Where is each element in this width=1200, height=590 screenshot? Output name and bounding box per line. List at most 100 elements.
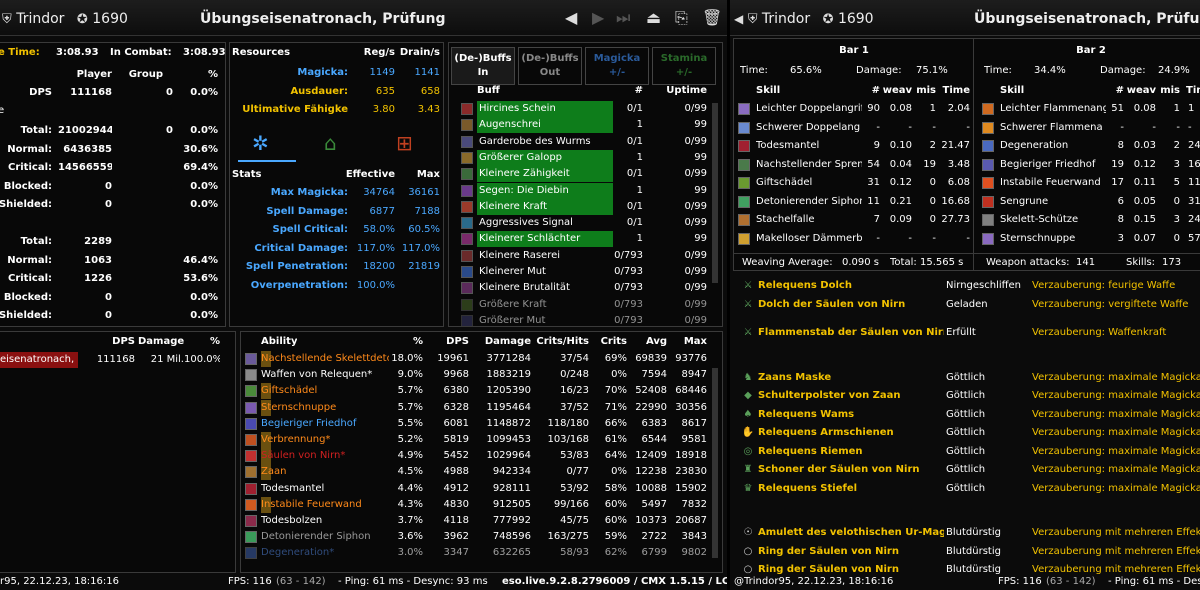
buff-row[interactable]: Garderobe des Wurms 0/1 0/99 [449,134,719,150]
ability-row[interactable]: Begieriger Friedhof 5.5% 6081 1148872 118/18… [241,416,711,432]
buff-row[interactable]: Größerer Mut 0/793 0/99 [449,313,719,326]
ability-row[interactable]: Todesbolzen 3.7% 4118 777992 45/75 60% 10373 20… [241,513,711,529]
gear-row[interactable]: ◎ Relequens Riemen Göttlich Verzauberung: m… [730,444,1200,460]
hit-label: Critical: [7,273,52,284]
ability-crit-rate: 60% [604,498,627,510]
ability-name: Giftschädel [261,383,389,400]
bar1-skills-row: Giftschädel 31 0.12 0 6.08 [734,175,972,191]
magicka-stats-icon[interactable]: ✲ [252,131,269,155]
gear-trait: Göttlich [946,371,986,383]
ability-row[interactable]: Sternschnuppe 5.7% 6328 1195464 37/52 71% 2299… [241,399,711,416]
stat-effective: 117.0% [356,242,395,254]
ability-row[interactable]: Verbrennung* 5.2% 5819 1099453 103/168 61% 654… [241,432,711,448]
footer-fps: FPS: 116 [228,576,272,587]
ability-row[interactable]: Degeneration* 3.0% 3347 632265 58/93 62% 6799 9… [241,545,711,561]
skill-weav: 0.21 [889,195,912,207]
ability-max: 93776 [675,353,707,364]
buff-row[interactable]: Augenschrei 1 99 [449,117,719,134]
ability-icon [245,466,257,479]
ability-max: 68446 [675,385,707,397]
damage-pct: 0.0% [190,125,218,136]
gear-row[interactable]: ◆ Schulterpolster von Zaan Göttlich Verzaub… [730,388,1200,404]
next-fight-icon[interactable]: ▶ [592,8,604,27]
tab-magicka[interactable]: Magicka +/- [585,47,649,85]
buff-row[interactable]: Kleinere Raserei 0/793 0/99 [449,248,719,264]
buff-row[interactable]: Kleinerer Mut 0/793 0/99 [449,264,719,280]
buff-row[interactable]: Kleinerer Schlächter 1 99 [449,231,719,248]
skill-weav: 0.09 [889,214,912,225]
gear-row[interactable]: ☉ Amulett des velothischen Ur-MagiersBlut… [730,525,1200,541]
ring-icon: ○ [743,545,753,557]
ability-max: 8947 [681,369,707,381]
gear-row[interactable]: ⚔ Flammenstab der Säulen von Nirn Erfüllt V… [730,325,1200,341]
targets-header: DPS Damage % [0,334,235,350]
gear-trait: Göttlich [946,427,986,438]
bar2-summary: Time: 34.4% Damage: 24.9% [978,63,1200,79]
ability-row[interactable]: Detonierender Siphon 3.6% 3962 748596 163/27… [241,529,711,545]
gear-row[interactable]: ♜ Schoner der Säulen von Nirn Göttlich Verz… [730,462,1200,478]
shield-icon: ⛨ [2,12,12,27]
target-damage: 21 Mil. [150,354,184,365]
skill-time: 21.47 [941,140,970,151]
buff-scrollbar[interactable] [712,103,718,283]
ability-icon [245,531,257,544]
buff-name: Größerer Mut [479,314,546,326]
tab-buffs-out[interactable]: (De-)Buffs Out [518,47,582,85]
gear-row[interactable]: ✋ Relequens Armschienen Göttlich Verzauberu… [730,425,1200,441]
skill-count: 8 [1117,140,1124,151]
buff-uptime: 0/99 [684,135,707,147]
buff-count: 0/1 [626,135,643,147]
gear-row[interactable]: ⚔ Dolch der Säulen von Nirn Geladen Verzaub… [730,297,1200,313]
ability-row[interactable]: Giftschädel 5.7% 6380 1205390 16/23 70% 52408 6… [241,383,711,400]
ability-row[interactable]: Waffen von Relequen* 9.0% 9968 1883219 0/248… [241,367,711,383]
previous-fight-icon[interactable]: ◀ [565,8,577,27]
last-fight-icon[interactable]: ⏭ [616,8,630,28]
buff-name: Kleinere Raserei [479,249,561,261]
gear-row[interactable]: ♞ Zaans Maske Göttlich Verzauberung: maxima… [730,370,1200,386]
ability-row[interactable]: Todesmantel 4.4% 4912 928111 53/92 58% 10088 15… [241,481,711,497]
resource-drain: 1141 [414,67,440,78]
skill-name: Sengrune [1000,195,1049,207]
skill-name: Sternschnuppe [1000,232,1076,244]
gear-row[interactable]: ♠ Relequens Wams Göttlich Verzauberung: max… [730,407,1200,423]
ability-scrollbar[interactable] [712,368,718,558]
upload-icon[interactable]: ⏏ [646,8,661,27]
defense-stats-icon[interactable]: ⊞ [396,131,413,155]
settings-icon[interactable]: ◀ [734,12,743,26]
tab-stamina[interactable]: Stamina +/- [652,47,716,85]
ability-row[interactable]: Instabile Feuerwand 4.3% 4830 912505 99/166 6… [241,496,711,513]
save-icon[interactable]: ⎘ [675,8,688,28]
buff-row[interactable]: Kleinere Zähigkeit 0/1 0/99 [449,166,719,183]
buff-row[interactable]: Segen: Die Diebin 1 99 [449,182,719,199]
skill-weav: - [908,121,912,133]
skill-mis: 3 [1173,214,1180,225]
buff-row[interactable]: Aggressives Signal 0/1 0/99 [449,215,719,231]
gloves-icon: ✋ [741,427,755,438]
stamina-stats-icon[interactable]: ⌂ [324,131,337,155]
buff-row[interactable]: Größere Kraft 0/793 0/99 [449,297,719,313]
ability-name: Nachstellende Skelettdetonat [261,351,389,367]
ability-crit-rate: 62% [604,547,627,559]
ability-dps: 4118 [443,515,469,526]
ability-row[interactable]: Zaan 4.5% 4988 942334 0/77 0% 12238 23830 [241,464,711,481]
buff-icon [461,217,473,230]
delete-icon[interactable]: 🗑 [702,8,722,27]
target-row[interactable]: eisenatronach, P 111168 21 Mil. 100.0% [0,352,235,368]
buff-row[interactable]: Hircines Schein 0/1 0/99 [449,101,719,117]
ability-row[interactable]: Säulen von Nirn* 4.9% 5452 1029964 53/83 64% 1… [241,448,711,465]
ability-row[interactable]: Nachstellende Skelettdetonat18.0% 19961 37… [241,351,711,367]
gear-trait: Blutdürstig [946,527,1001,538]
weaving-summary: Weaving Average: 0.090 s Total: 15.565 s… [734,255,1200,270]
buff-row[interactable]: Größerer Galopp 1 99 [449,149,719,166]
tab-buffs-in[interactable]: (De-)Buffs In [451,47,515,85]
buff-row[interactable]: Kleinere Kraft 0/1 0/99 [449,198,719,215]
crits-col: Crits [600,336,627,347]
buff-row[interactable]: Kleinere Brutalität 0/793 0/99 [449,280,719,296]
gear-row[interactable]: ⚔ Relequens Dolch Nirngeschliffen Verzauber… [730,278,1200,294]
ability-crit-rate: 64% [604,450,627,462]
gear-trait: Geladen [946,298,988,310]
gear-row[interactable]: ♛ Relequens Stiefel Göttlich Verzauberung: … [730,481,1200,497]
bar2-time-label: Time: [984,65,1012,76]
gear-row[interactable]: ○ Ring der Säulen von Nirn Blutdürstig Verz… [730,544,1200,560]
target-dps: 111168 [96,354,135,365]
